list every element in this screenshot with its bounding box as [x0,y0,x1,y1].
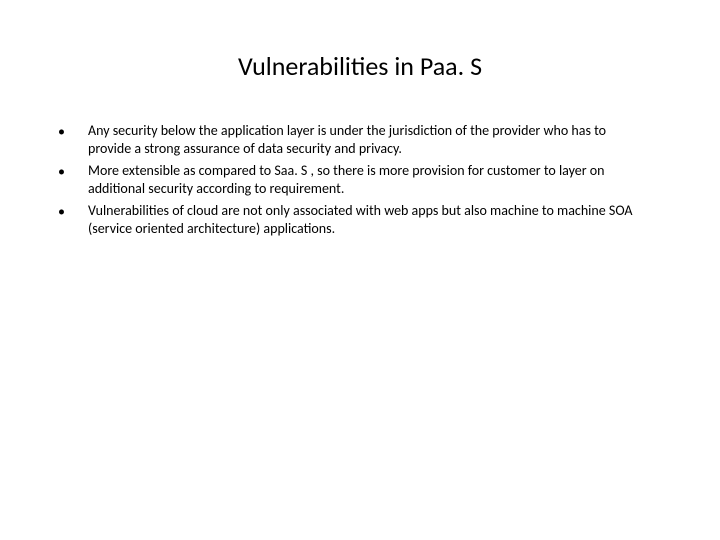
bullet-list: • Any security below the application lay… [40,122,680,238]
bullet-icon: • [50,162,88,181]
bullet-icon: • [50,202,88,221]
bullet-text: More extensible as compared to Saa. S , … [88,162,650,198]
list-item: • More extensible as compared to Saa. S … [50,162,650,198]
list-item: • Any security below the application lay… [50,122,650,158]
bullet-text: Vulnerabilities of cloud are not only as… [88,202,650,238]
list-item: • Vulnerabilities of cloud are not only … [50,202,650,238]
bullet-text: Any security below the application layer… [88,122,650,158]
bullet-icon: • [50,122,88,141]
slide-title: Vulnerabilities in Paa. S [40,50,680,82]
slide: Vulnerabilities in Paa. S • Any security… [0,0,720,540]
